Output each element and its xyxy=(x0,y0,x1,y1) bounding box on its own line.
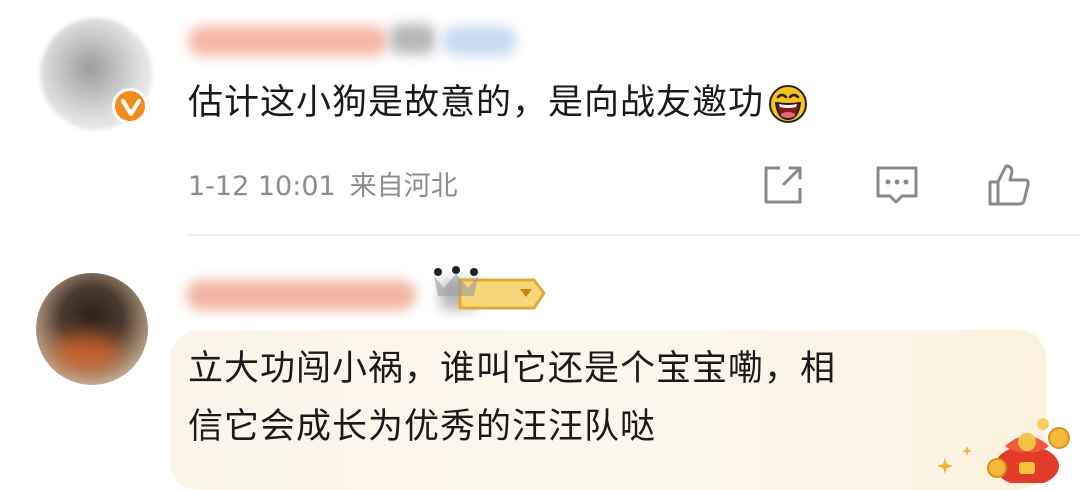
share-icon xyxy=(764,166,802,204)
verified-icon xyxy=(112,88,148,124)
comment-text-line: 信它会成长为优秀的汪汪队哒 xyxy=(188,407,657,447)
like-button[interactable] xyxy=(986,162,1032,208)
comment-2: 立大功闯小祸，谁叫它还是个宝宝嘞，相 信它会成长为优秀的汪汪队哒 xyxy=(0,236,1080,490)
comment-text-content: 估计这小狗是故意的，是向战友邀功 xyxy=(188,83,765,123)
comment-meta: 1-12 10:01 来自河北 xyxy=(188,164,472,203)
comment-location: 来自河北 xyxy=(349,171,458,202)
comment-text: 估计这小狗是故意的，是向战友邀功 xyxy=(188,78,808,128)
laughing-face-icon xyxy=(769,85,808,123)
username-blurred[interactable] xyxy=(186,280,416,310)
share-button[interactable] xyxy=(760,162,806,208)
comment-text-line: 立大功闯小祸，谁叫它还是个宝宝嘞，相 xyxy=(188,349,837,389)
comment-time: 1-12 10:01 xyxy=(188,171,336,202)
crown-badge-icon xyxy=(434,266,546,310)
reply-icon xyxy=(876,166,918,204)
like-icon xyxy=(988,164,1030,206)
user-tag-blurred xyxy=(442,26,517,56)
lucky-bag-icon xyxy=(937,418,1070,483)
avatar[interactable] xyxy=(36,273,148,385)
user-tag-blurred xyxy=(390,24,435,54)
username-blurred[interactable] xyxy=(188,26,388,56)
comment-text: 立大功闯小祸，谁叫它还是个宝宝嘞，相 信它会成长为优秀的汪汪队哒 xyxy=(188,340,1018,456)
reply-button[interactable] xyxy=(874,162,920,208)
comment-1: 估计这小狗是故意的，是向战友邀功 1-12 10:01 来自河北 xyxy=(0,0,1080,236)
